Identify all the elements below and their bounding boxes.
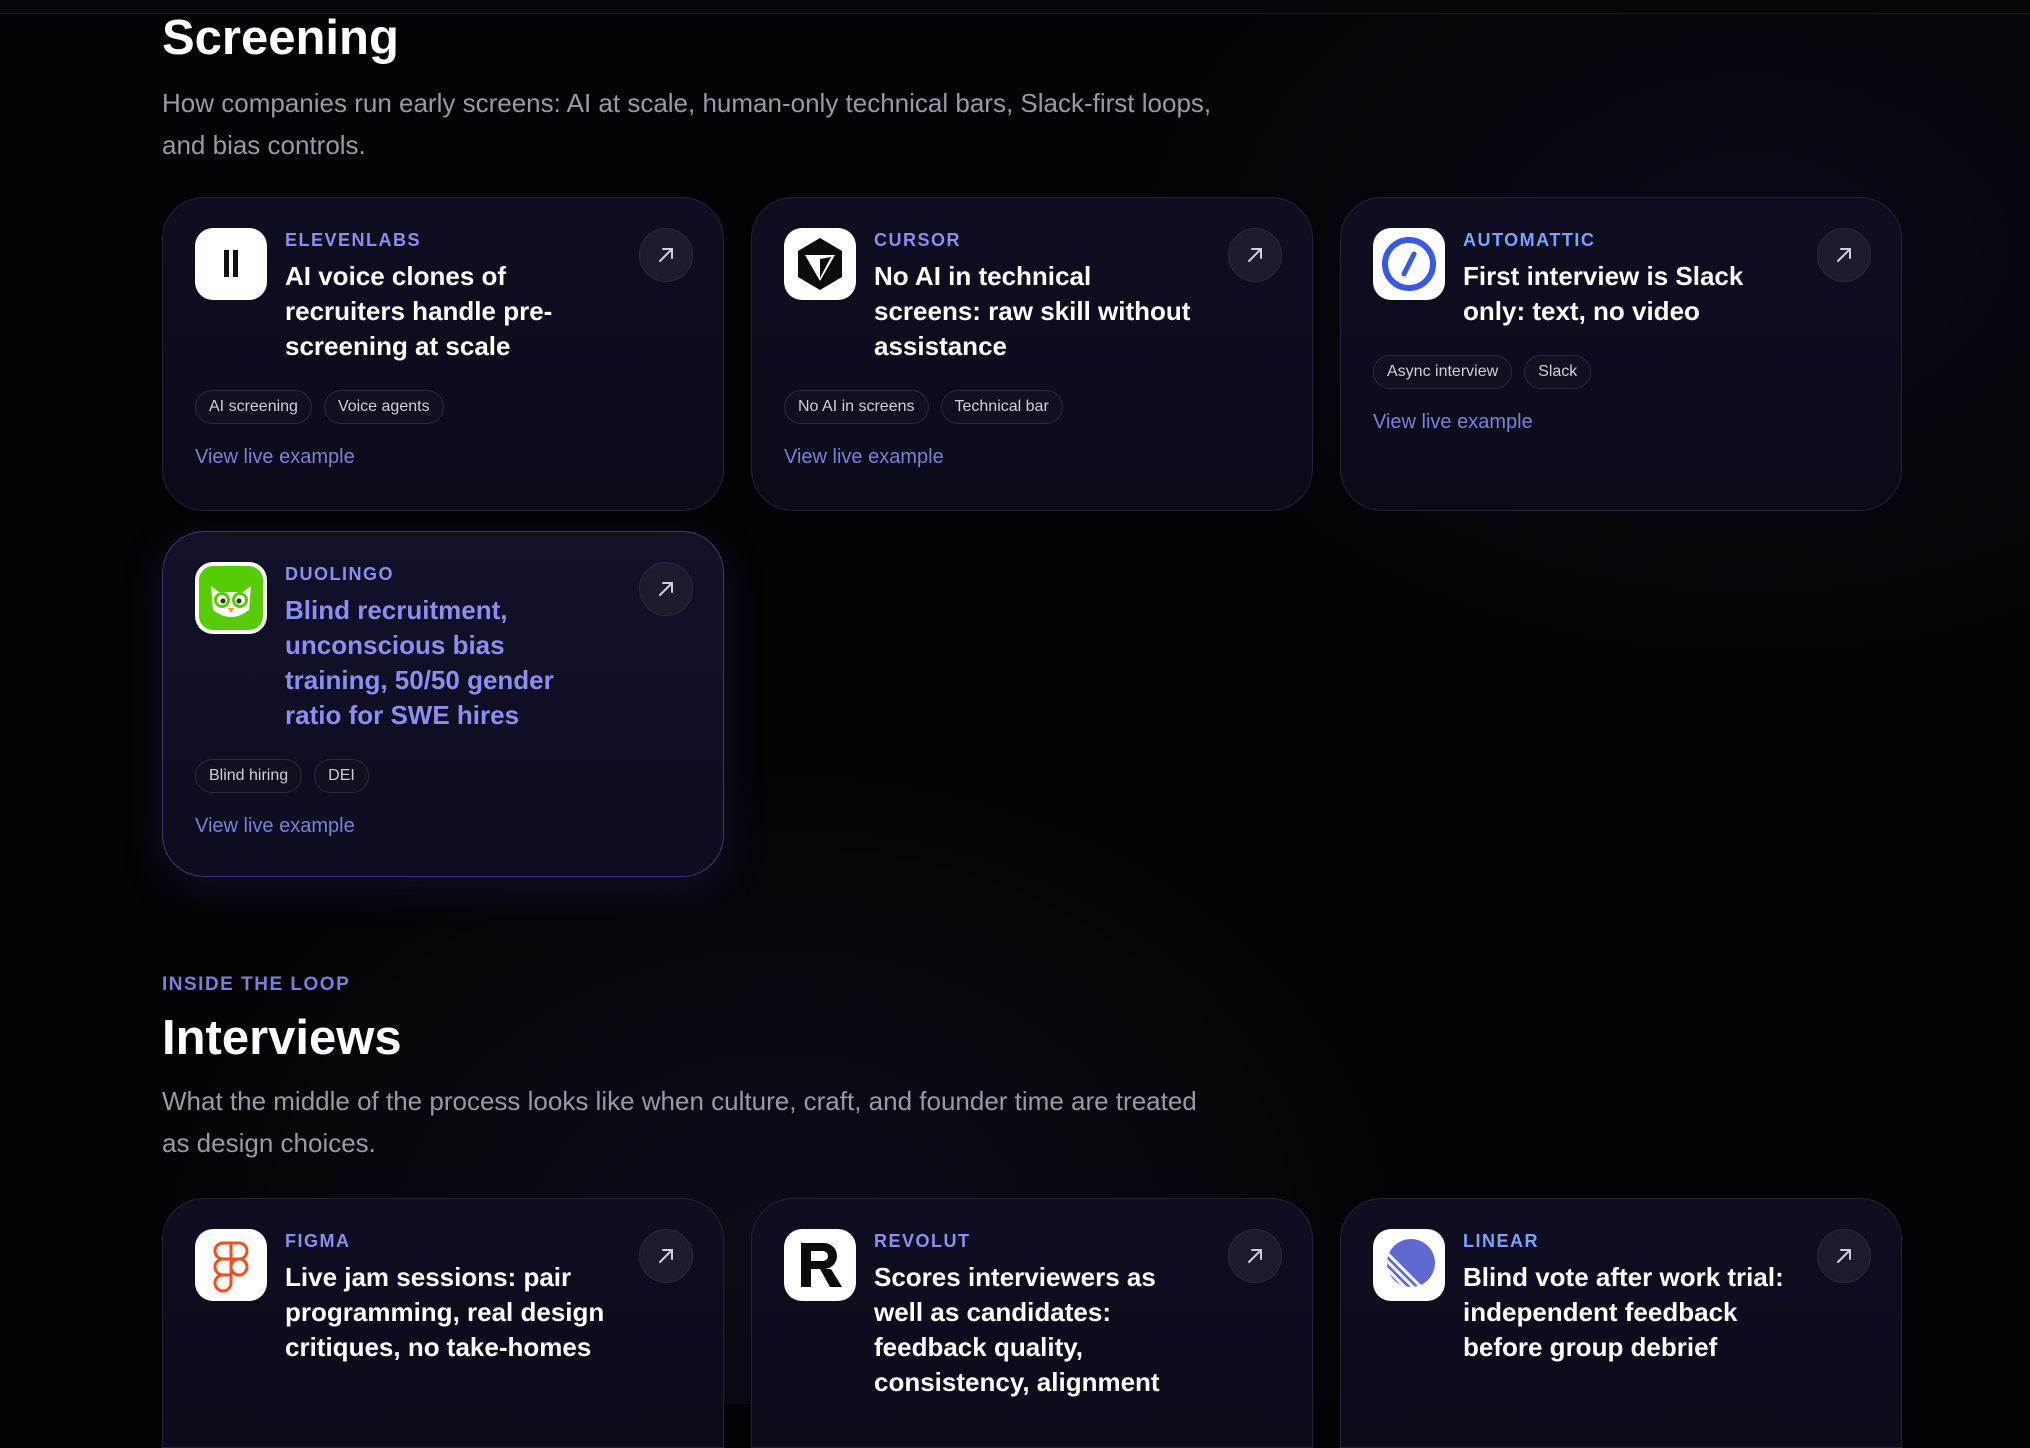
case-card[interactable]: Automattic First interview is Slack only… — [1340, 197, 1902, 511]
tag: Blind hiring — [195, 759, 303, 793]
company-name: Cursor — [874, 230, 962, 250]
view-live-example-link[interactable]: View live example — [1373, 411, 1869, 434]
view-live-example-link[interactable]: View live example — [195, 446, 691, 469]
company-name: Linear — [1463, 1231, 1539, 1251]
card-title: Scores interviewers as well as candidate… — [874, 1262, 1160, 1397]
arrow-up-right-icon[interactable] — [639, 1229, 693, 1283]
card-title: First interview is Slack only: text, no … — [1463, 261, 1744, 326]
elevenlabs-logo-icon — [195, 228, 267, 300]
arrow-up-right-icon[interactable] — [639, 562, 693, 616]
tag: Voice agents — [323, 390, 444, 424]
arrow-up-right-icon[interactable] — [639, 228, 693, 282]
duolingo-logo-icon — [195, 562, 267, 634]
card-title: Live jam sessions: pair programming, rea… — [285, 1262, 605, 1362]
figma-logo-icon — [195, 1229, 267, 1301]
company-name: ElevenLabs — [285, 230, 422, 250]
case-card[interactable]: ElevenLabs AI voice clones of recruiters… — [162, 197, 724, 511]
company-name: Duolingo — [285, 564, 394, 584]
tag: AI screening — [195, 390, 312, 424]
tag-list: Blind hiring DEI — [195, 759, 691, 793]
case-card[interactable]: Revolut Scores interviewers as well as c… — [751, 1198, 1313, 1448]
section-eyebrow: INSIDE THE LOOP — [162, 974, 351, 995]
case-card[interactable]: Cursor No AI in technical screens: raw s… — [751, 197, 1313, 511]
view-live-example-link[interactable]: View live example — [195, 815, 691, 838]
tag-list: Async interview Slack — [1373, 355, 1869, 389]
card-title: AI voice clones of recruiters handle pre… — [285, 261, 553, 361]
arrow-up-right-icon[interactable] — [1817, 1229, 1871, 1283]
company-name: Revolut — [874, 1231, 971, 1251]
case-card[interactable]: Duolingo Blind recruitment, unconscious … — [162, 531, 724, 877]
section-title: Interviews — [162, 1011, 402, 1065]
tag: No AI in screens — [784, 390, 929, 424]
card-title: Blind recruitment, unconscious bias trai… — [285, 595, 554, 730]
section-description: How companies run early screens: AI at s… — [162, 88, 1212, 161]
tag: DEI — [314, 759, 369, 793]
revolut-logo-icon — [784, 1229, 856, 1301]
arrow-up-right-icon[interactable] — [1817, 228, 1871, 282]
section-title: Screening — [162, 11, 399, 65]
card-title: Blind vote after work trial: independent… — [1463, 1262, 1784, 1362]
screening-grid: ElevenLabs AI voice clones of recruiters… — [162, 197, 1902, 877]
case-card[interactable]: Linear Blind vote after work trial: inde… — [1340, 1198, 1902, 1448]
interviews-grid: Figma Live jam sessions: pair programmin… — [162, 1198, 1902, 1448]
company-name: Automattic — [1463, 230, 1596, 250]
case-card[interactable]: Figma Live jam sessions: pair programmin… — [162, 1198, 724, 1448]
tag: Async interview — [1373, 355, 1513, 389]
interviews-section: INSIDE THE LOOP Interviews What the midd… — [162, 974, 1902, 1164]
automattic-logo-icon — [1373, 228, 1445, 300]
company-name: Figma — [285, 1231, 351, 1251]
arrow-up-right-icon[interactable] — [1228, 228, 1282, 282]
tag-list: No AI in screens Technical bar — [784, 390, 1280, 424]
tag: Slack — [1524, 355, 1592, 389]
arrow-up-right-icon[interactable] — [1228, 1229, 1282, 1283]
view-live-example-link[interactable]: View live example — [784, 446, 1280, 469]
tag-list: AI screening Voice agents — [195, 390, 691, 424]
screening-section: Screening How companies run early screen… — [162, 10, 1902, 166]
cursor-logo-icon — [784, 228, 856, 300]
section-description: What the middle of the process looks lik… — [162, 1086, 1197, 1159]
card-title: No AI in technical screens: raw skill wi… — [874, 261, 1191, 361]
linear-logo-icon — [1373, 1229, 1445, 1301]
tag: Technical bar — [940, 390, 1063, 424]
